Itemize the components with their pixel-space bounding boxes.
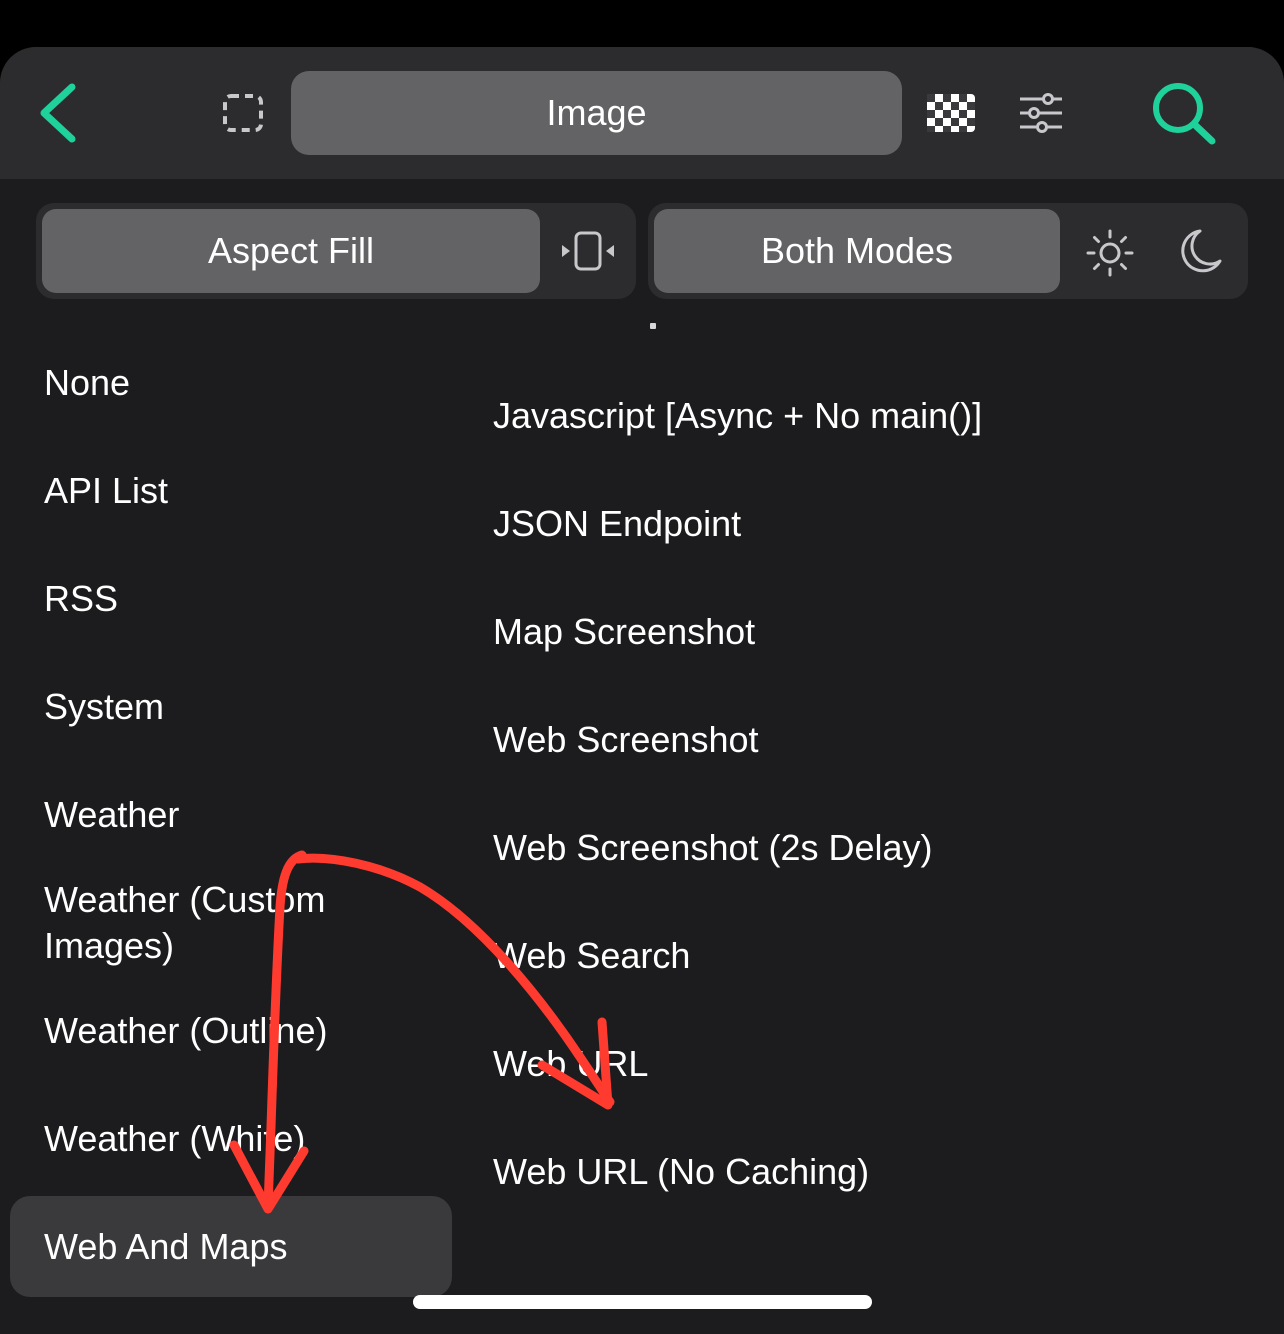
category-item-weather-white[interactable]: Weather (White) [44, 1116, 305, 1162]
category-item-web-and-maps[interactable]: Web And Maps [44, 1224, 287, 1270]
both-modes-button[interactable]: Both Modes [654, 209, 1060, 293]
source-item-web-url-no-caching[interactable]: Web URL (No Caching) [493, 1149, 869, 1195]
source-item-web-screenshot-delay[interactable]: Web Screenshot (2s Delay) [493, 825, 933, 871]
home-indicator [413, 1295, 872, 1309]
category-item-rss[interactable]: RSS [44, 576, 118, 622]
dashed-square-icon[interactable] [222, 93, 264, 133]
category-item-system[interactable]: System [44, 684, 164, 730]
title-button[interactable]: Image [291, 71, 902, 155]
source-item-web-search[interactable]: Web Search [493, 933, 690, 979]
category-item-weather-custom-images-line2[interactable]: Images) [44, 923, 174, 969]
checkerboard-icon[interactable] [926, 93, 976, 133]
source-item-web-url[interactable]: Web URL [493, 1041, 648, 1087]
both-modes-label: Both Modes [760, 230, 954, 271]
category-item-none[interactable]: None [44, 360, 130, 406]
fit-width-icon[interactable] [560, 231, 616, 271]
chevron-left-icon[interactable] [36, 81, 80, 145]
image-source-sheet: Image Aspect Fill Both Modes None API Li… [0, 47, 1284, 1334]
title-label: Image [546, 92, 647, 133]
sliders-icon[interactable] [1018, 93, 1064, 133]
category-item-weather[interactable]: Weather [44, 792, 179, 838]
aspect-fill-label: Aspect Fill [207, 230, 375, 271]
moon-icon[interactable] [1178, 227, 1224, 275]
source-item-json-endpoint[interactable]: JSON Endpoint [493, 501, 741, 547]
source-item-map-screenshot[interactable]: Map Screenshot [493, 609, 755, 655]
category-item-weather-custom-images[interactable]: Weather (Custom [44, 877, 325, 923]
source-item-web-screenshot[interactable]: Web Screenshot [493, 717, 758, 763]
toolbar: Image [0, 47, 1284, 179]
category-item-weather-outline[interactable]: Weather (Outline) [44, 1008, 327, 1054]
search-icon[interactable] [1150, 81, 1220, 147]
sun-icon[interactable] [1086, 229, 1134, 277]
source-item-javascript-async[interactable]: Javascript [Async + No main()] [493, 393, 982, 439]
content-mode-control: Aspect Fill [36, 203, 636, 299]
scroll-indicator-dot [650, 323, 656, 329]
category-item-api-list[interactable]: API List [44, 468, 168, 514]
appearance-control: Both Modes [648, 203, 1248, 299]
aspect-fill-button[interactable]: Aspect Fill [42, 209, 540, 293]
